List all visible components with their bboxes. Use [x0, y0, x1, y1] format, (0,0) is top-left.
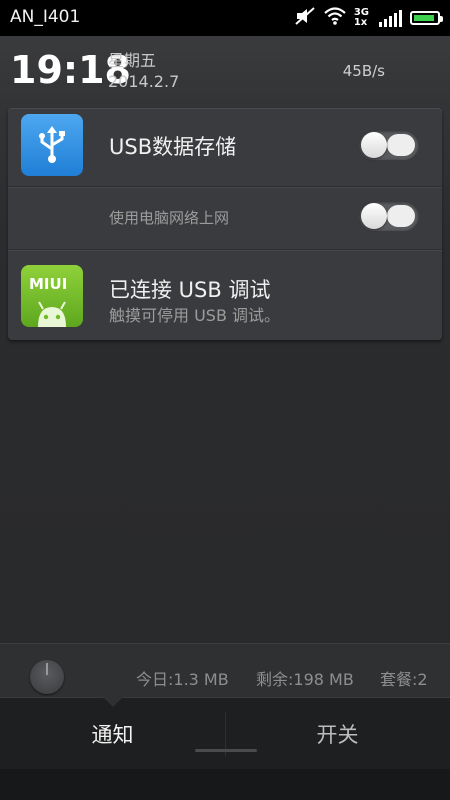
notification-card: USB数据存储 使用电脑网络上网 MIUI 已连接 USB 调试 触摸可停用 U…: [8, 108, 442, 340]
traffic-dial[interactable]: [30, 660, 64, 694]
tab-switches[interactable]: 开关: [225, 698, 450, 770]
toggle-knob: [361, 203, 387, 229]
battery-icon: [410, 11, 443, 25]
miui-icon: MIUI: [21, 265, 83, 327]
divider: [8, 249, 442, 250]
toggle-knob: [361, 132, 387, 158]
weekday: 星期五: [108, 51, 157, 70]
divider: [8, 186, 442, 187]
muted-icon: [294, 6, 316, 30]
tab-bar: 通知 开关: [0, 697, 450, 770]
usb-storage-toggle[interactable]: [359, 130, 419, 160]
wifi-icon: [324, 7, 346, 29]
tethering-title: 使用电脑网络上网: [109, 209, 230, 227]
network-type: 3G 1x: [354, 8, 369, 28]
battery-level: [414, 15, 434, 21]
tab-notifications[interactable]: 通知: [0, 698, 225, 770]
toggle-track: [387, 205, 415, 227]
usb-icon: [21, 114, 83, 176]
network-speed: 45B/s: [342, 62, 385, 80]
drag-handle[interactable]: [195, 749, 257, 752]
network-type-bottom: 1x: [353, 17, 368, 28]
status-bar: AN_I401 3G 1x: [0, 0, 450, 36]
android-icon: [34, 299, 70, 327]
usb-debug-title[interactable]: 已连接 USB 调试: [109, 274, 270, 304]
notification-panel: 19:18 星期五 2014.2.7 45B/s USB数据存储 使用电脑网络上…: [0, 36, 450, 800]
carrier-name: AN_I401: [10, 7, 81, 27]
traffic-remaining: 剩余:198 MB: [256, 670, 354, 689]
tethering-toggle[interactable]: [359, 201, 419, 231]
usb-debug-subtitle: 触摸可停用 USB 调试。: [109, 306, 281, 325]
date: 2014.2.7: [108, 72, 180, 91]
miui-icon-label: MIUI: [29, 275, 68, 293]
date-block: 星期五 2014.2.7: [108, 50, 179, 92]
traffic-today: 今日:1.3 MB: [136, 670, 229, 689]
signal-icon: [379, 9, 402, 27]
toggle-track: [387, 134, 415, 156]
traffic-bar: 今日:1.3 MB 剩余:198 MB 套餐:2: [0, 643, 450, 698]
traffic-plan: 套餐:2: [380, 670, 428, 689]
status-icons: 3G 1x: [294, 6, 443, 30]
usb-storage-title: USB数据存储: [109, 135, 237, 159]
bottom-strip: [0, 769, 450, 800]
